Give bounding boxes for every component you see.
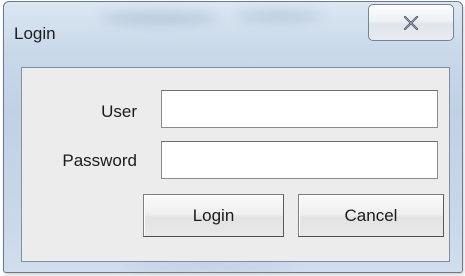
password-label: Password: [62, 151, 137, 170]
close-button[interactable]: [368, 4, 454, 41]
close-x-icon: [403, 15, 419, 30]
user-input[interactable]: [161, 90, 438, 128]
login-button[interactable]: Login: [143, 194, 284, 237]
background-blur: [234, 10, 324, 22]
window-title: Login: [14, 24, 56, 43]
dialog-client-area: User Password Login Cancel: [21, 67, 450, 262]
cancel-button[interactable]: Cancel: [298, 194, 444, 237]
login-dialog-window: Login User Password Login Cancel: [3, 1, 463, 273]
password-input[interactable]: [161, 141, 438, 179]
user-label: User: [101, 102, 137, 121]
background-blur: [99, 12, 219, 24]
